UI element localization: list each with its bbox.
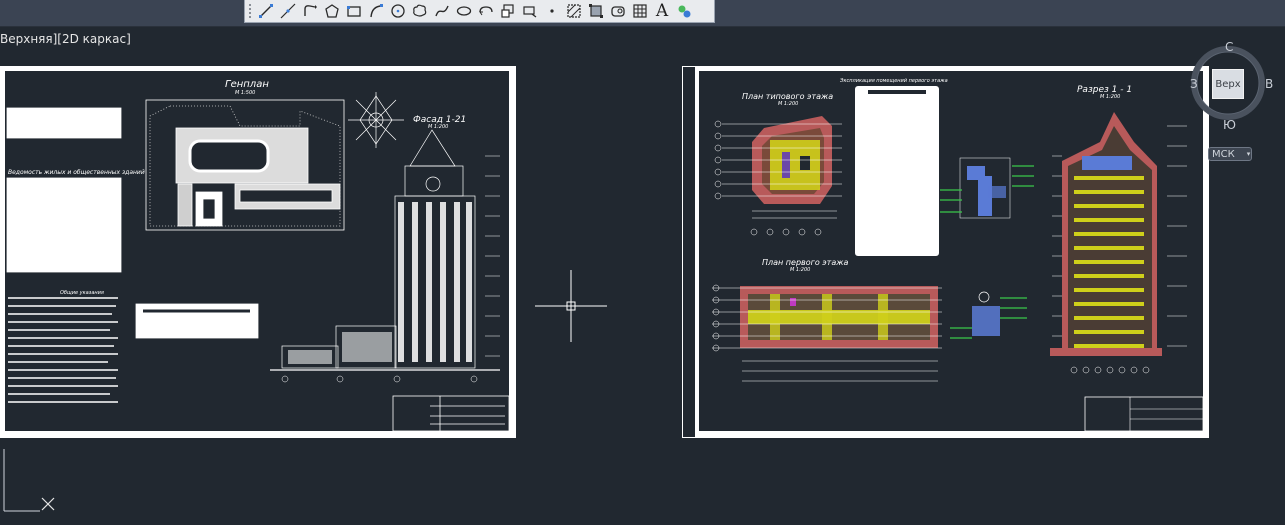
- title-block-2: [1084, 396, 1204, 432]
- explication-table: [855, 86, 939, 256]
- genplan-title: Генплан: [225, 79, 269, 90]
- multiline-text-icon[interactable]: A: [651, 0, 673, 22]
- typical-floor-title: План типового этажа: [742, 92, 833, 101]
- ucs-icon: [3, 449, 55, 512]
- polygon-icon[interactable]: [321, 0, 343, 22]
- sheet-2-drawing: План типового этажа М 1:200 План первого…: [712, 78, 1204, 432]
- crosshair-cursor: [535, 270, 607, 342]
- viewcube-north[interactable]: С: [1225, 40, 1233, 54]
- section-scale: М 1:200: [1100, 94, 1120, 100]
- genplan-scale: М 1:500: [235, 90, 255, 96]
- statement-table: [6, 177, 122, 273]
- table-icon[interactable]: [629, 0, 651, 22]
- revision-cloud-icon[interactable]: [409, 0, 431, 22]
- draw-toolbar: A: [244, 0, 715, 23]
- toolbar-grip[interactable]: [245, 0, 255, 22]
- facade-scale: М 1:200: [428, 124, 448, 130]
- typical-floor-plan: [714, 116, 842, 236]
- hatch-icon[interactable]: [563, 0, 585, 22]
- construction-line-icon[interactable]: [277, 0, 299, 22]
- first-floor-title: План первого этажа: [762, 258, 848, 267]
- viewcube-top-face[interactable]: Верх: [1212, 69, 1244, 99]
- arc-icon[interactable]: [365, 0, 387, 22]
- circle-icon[interactable]: [387, 0, 409, 22]
- point-icon[interactable]: [541, 0, 563, 22]
- first-floor-plan: [712, 284, 942, 382]
- notes-title: Общие указания: [60, 290, 104, 296]
- statement-table-top: [6, 107, 122, 139]
- viewport-label[interactable]: Верхняя][2D каркас]: [0, 32, 131, 46]
- viewcube[interactable]: С З В Ю Верх: [1190, 40, 1275, 160]
- title-block: [392, 395, 510, 432]
- polyline-icon[interactable]: [299, 0, 321, 22]
- ucs-dropdown[interactable]: МСК ▾: [1208, 147, 1252, 161]
- line-icon[interactable]: [255, 0, 277, 22]
- make-block-icon[interactable]: [519, 0, 541, 22]
- ellipse-arc-icon[interactable]: [475, 0, 497, 22]
- section-drawing: [1050, 112, 1187, 374]
- explication-title: Экспликация помещений первого этажа: [839, 78, 948, 84]
- viewcube-west[interactable]: З: [1190, 77, 1198, 91]
- add-selected-icon[interactable]: [673, 0, 695, 22]
- viewcube-east[interactable]: В: [1265, 77, 1273, 91]
- statement-title: Ведомость жилых и общественных зданий: [8, 169, 145, 176]
- rectangle-icon[interactable]: [343, 0, 365, 22]
- node-detail: [940, 157, 1034, 219]
- typical-floor-scale: М 1:200: [778, 101, 798, 107]
- sheet-1-drawing: Генплан М 1:500 Фасад 1-21 М 1:200 Ведом…: [6, 79, 510, 432]
- insert-block-icon[interactable]: [497, 0, 519, 22]
- ellipse-icon[interactable]: [453, 0, 475, 22]
- ucs-label: МСК: [1212, 148, 1235, 160]
- first-floor-scale: М 1:200: [790, 267, 810, 273]
- node-detail-2: [950, 291, 1027, 339]
- spline-icon[interactable]: [431, 0, 453, 22]
- gradient-icon[interactable]: [585, 0, 607, 22]
- viewcube-south[interactable]: Ю: [1223, 118, 1236, 132]
- region-icon[interactable]: [607, 0, 629, 22]
- chevron-down-icon: ▾: [1246, 150, 1251, 158]
